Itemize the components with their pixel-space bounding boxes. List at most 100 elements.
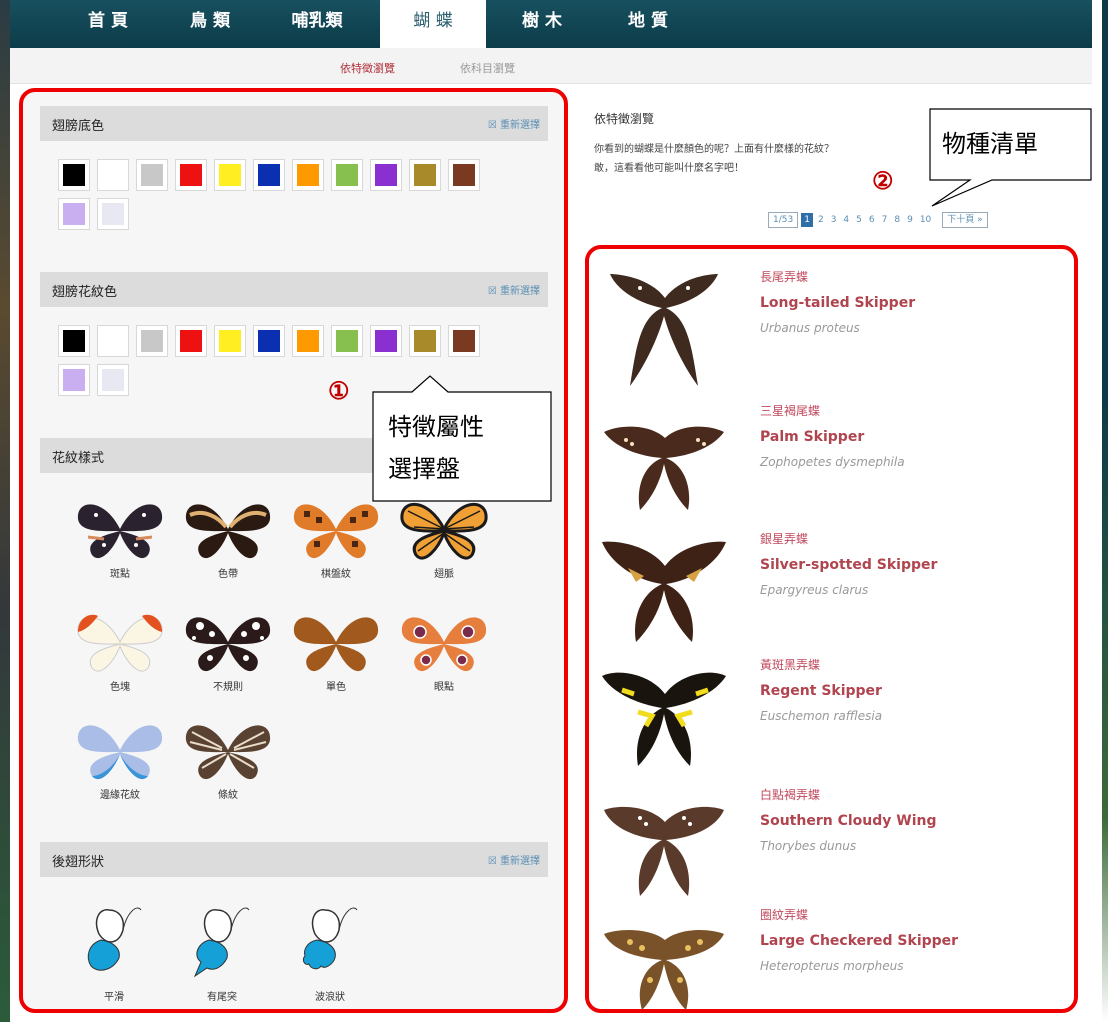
color-chip: [63, 369, 85, 391]
color-chip: [297, 330, 319, 352]
page-1[interactable]: 1: [801, 213, 813, 227]
page-5[interactable]: 5: [854, 213, 864, 227]
hindwing-wavy[interactable]: 波浪狀: [280, 900, 380, 1003]
page-10[interactable]: 10: [918, 213, 933, 227]
tab-home[interactable]: 首 頁: [68, 0, 148, 48]
pattern-color-swatch[interactable]: [58, 325, 90, 357]
wing-color-swatch[interactable]: [136, 159, 168, 191]
page-2[interactable]: 2: [816, 213, 826, 227]
pattern-color-swatch[interactable]: [214, 325, 246, 357]
tab-butterflies[interactable]: 蝴 蝶: [380, 0, 486, 48]
subnav-by-family[interactable]: 依科目瀏覽: [460, 60, 515, 76]
page-8[interactable]: 8: [892, 213, 902, 227]
tab-geology[interactable]: 地 質: [608, 0, 688, 48]
butterfly-photo: [602, 672, 726, 766]
pattern-patch[interactable]: 色塊: [70, 610, 170, 693]
pattern-eyespots[interactable]: 眼點: [394, 610, 494, 693]
pattern-label: 不規則: [213, 682, 243, 693]
pattern-spots[interactable]: 斑點: [70, 497, 170, 580]
color-chip: [414, 164, 436, 186]
color-chip: [453, 330, 475, 352]
hindwing-tailed[interactable]: 有尾突: [172, 900, 272, 1003]
butterfly-icon: [293, 617, 379, 672]
color-chip: [414, 330, 436, 352]
color-chip: [63, 330, 85, 352]
wing-color-swatch[interactable]: [58, 159, 90, 191]
wing-color-swatch[interactable]: [292, 159, 324, 191]
tab-mammals[interactable]: 哺乳類: [272, 0, 362, 48]
species-zh-name: 銀星弄蝶: [760, 532, 809, 546]
wing-color-swatch[interactable]: [253, 159, 285, 191]
pattern-stripes[interactable]: 條紋: [178, 718, 278, 801]
wing-color-swatch[interactable]: [448, 159, 480, 191]
page-7[interactable]: 7: [880, 213, 890, 227]
wing-color-swatch[interactable]: [58, 198, 90, 230]
page-4[interactable]: 4: [841, 213, 851, 227]
pattern-marginal[interactable]: 邊緣花紋: [70, 718, 170, 801]
page-6[interactable]: 6: [867, 213, 877, 227]
pattern-solid[interactable]: 單色: [286, 610, 386, 693]
species-zh-name: 黃斑黑弄蝶: [760, 658, 821, 672]
page-3[interactable]: 3: [829, 213, 839, 227]
color-chip: [141, 330, 163, 352]
reset-button[interactable]: 重新選擇: [488, 852, 540, 867]
pattern-color-swatch[interactable]: [253, 325, 285, 357]
species-item[interactable]: 黃斑黑弄蝶 Regent Skipper Euschemon rafflesia: [600, 656, 1070, 776]
hindwing-label: 有尾突: [207, 992, 237, 1003]
pattern-color-swatch[interactable]: [58, 364, 90, 396]
pagination: 1/53 1 2 3 4 5 6 7 8 9 10 下十頁 »: [768, 212, 988, 228]
species-en-name: Silver-spotted Skipper: [760, 557, 938, 573]
pattern-checkerboard[interactable]: 棋盤紋: [286, 497, 386, 580]
wing-color-swatch[interactable]: [331, 159, 363, 191]
butterfly-icon: [185, 504, 271, 559]
pattern-color-swatch[interactable]: [97, 325, 129, 357]
species-item[interactable]: 長尾弄蝶 Long-tailed Skipper Urbanus proteus: [600, 268, 1070, 388]
wing-color-swatch[interactable]: [97, 159, 129, 191]
pattern-color-swatch[interactable]: [409, 325, 441, 357]
color-chip: [258, 330, 280, 352]
pattern-band[interactable]: 色帶: [178, 497, 278, 580]
pattern-color-swatch[interactable]: [175, 325, 207, 357]
wing-color-swatch[interactable]: [97, 198, 129, 230]
wing-color-swatch[interactable]: [370, 159, 402, 191]
species-zh-name: 白點褐弄蝶: [760, 788, 821, 802]
wing-color-swatch[interactable]: [214, 159, 246, 191]
butterfly-icon: [77, 614, 163, 672]
hindwing-smooth[interactable]: 平滑: [64, 900, 164, 1003]
wing-color-swatches: [58, 159, 518, 230]
pattern-color-swatch[interactable]: [331, 325, 363, 357]
wing-color-swatch[interactable]: [175, 159, 207, 191]
tab-birds[interactable]: 鳥 類: [170, 0, 250, 48]
color-chip: [180, 164, 202, 186]
results-title: 依特徵瀏覽: [594, 112, 655, 126]
species-sci-name: Thorybes dunus: [760, 839, 857, 853]
pattern-color-swatch[interactable]: [448, 325, 480, 357]
page-9[interactable]: 9: [905, 213, 915, 227]
species-item[interactable]: 圈紋弄蝶 Large Checkered Skipper Heteropteru…: [600, 906, 1070, 1026]
next-ten-button[interactable]: 下十頁 »: [942, 212, 988, 228]
species-item[interactable]: 銀星弄蝶 Silver-spotted Skipper Epargyreus c…: [600, 530, 1070, 650]
species-item[interactable]: 三星褐尾蝶 Palm Skipper Zophopetes dysmephila: [600, 402, 1070, 522]
section-wing-color: 翅膀底色 重新選擇: [40, 106, 548, 141]
subnav-by-feature[interactable]: 依特徵瀏覽: [340, 60, 395, 76]
pattern-veins[interactable]: 翅脈: [394, 497, 494, 580]
pattern-color-swatch[interactable]: [292, 325, 324, 357]
butterfly-icon: [77, 504, 163, 559]
color-chip: [375, 330, 397, 352]
pattern-color-swatch[interactable]: [136, 325, 168, 357]
butterfly-icon: [293, 504, 379, 559]
pattern-irregular[interactable]: 不規則: [178, 610, 278, 693]
reset-button[interactable]: 重新選擇: [488, 116, 540, 131]
butterfly-photo: [604, 806, 724, 896]
wing-color-swatch[interactable]: [409, 159, 441, 191]
reset-button[interactable]: 重新選擇: [488, 282, 540, 297]
pattern-label: 色塊: [110, 682, 130, 693]
species-item[interactable]: 白點褐弄蝶 Southern Cloudy Wing Thorybes dunu…: [600, 786, 1070, 906]
butterfly-icon: [185, 617, 271, 672]
pattern-label: 棋盤紋: [321, 569, 351, 580]
pattern-color-swatch[interactable]: [370, 325, 402, 357]
pattern-label: 色帶: [218, 569, 238, 580]
tab-trees[interactable]: 樹 木: [502, 0, 582, 48]
color-chip: [219, 330, 241, 352]
pattern-color-swatch[interactable]: [97, 364, 129, 396]
